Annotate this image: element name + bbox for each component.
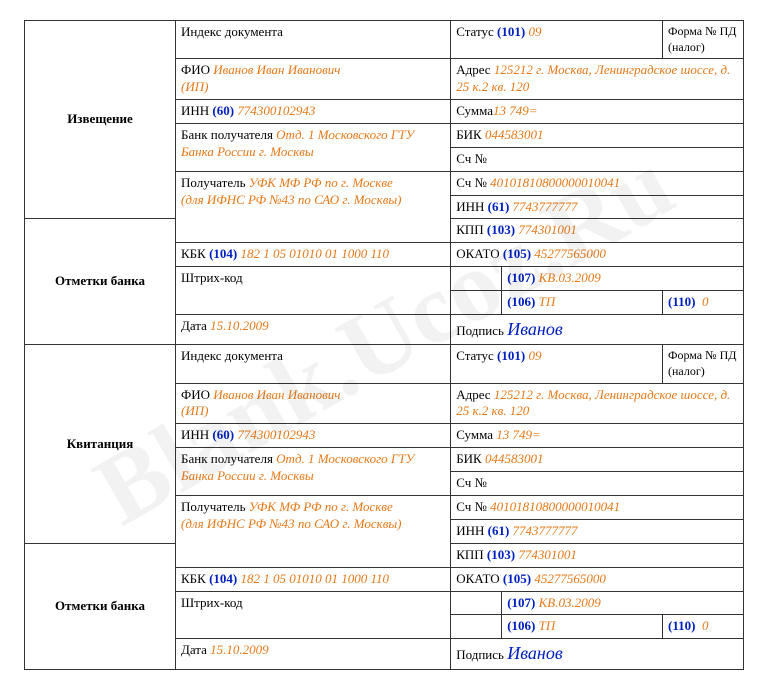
address-val: 125212 г. Москва, Ленинградское шоссе, д…: [456, 62, 730, 94]
address-label: Адрес: [456, 62, 490, 77]
f107-val: КВ.03.2009: [539, 270, 601, 285]
f110-code: (110): [668, 294, 695, 309]
acct1-label: Сч №: [456, 151, 487, 166]
f107-code: (107): [507, 270, 535, 285]
sum-val: 13 749=: [493, 103, 538, 118]
okato-val-2: 45277565000: [534, 571, 606, 586]
status-label-2: Статус: [456, 348, 494, 363]
f106-val-2: ТП: [539, 618, 556, 633]
okato-code-2: (105): [503, 571, 531, 586]
fio-label: ФИО: [181, 62, 210, 77]
inn-recv-label: ИНН: [456, 199, 484, 214]
inn-recv-val-2: 7743777777: [513, 523, 578, 538]
bank-recv-label: Банк получателя: [181, 127, 273, 142]
side-receipt: Квитанция: [67, 436, 134, 451]
inn-code-2: (60): [212, 427, 234, 442]
f106-val: ТП: [539, 294, 556, 309]
kpp-val-2: 774301001: [518, 547, 577, 562]
side-bankmarks-1: Отметки банка: [55, 273, 145, 288]
signature-val-2: Иванов: [507, 643, 562, 663]
ip-label-2: (ИП): [181, 403, 208, 418]
status-code: (101): [497, 24, 525, 39]
signature-val: Иванов: [507, 319, 562, 339]
date-label-2: Дата: [181, 642, 207, 657]
date-val: 15.10.2009: [210, 318, 269, 333]
f110-code-2: (110): [668, 618, 695, 633]
doc-index-label-2: Индекс документа: [181, 348, 283, 363]
recv-note: (для ИФНС РФ №43 по САО г. Москвы): [181, 192, 402, 207]
kbk-val: 182 1 05 01010 01 1000 110: [240, 246, 389, 261]
kpp-label-2: КПП: [456, 547, 483, 562]
fio-label-2: ФИО: [181, 387, 210, 402]
recv-label: Получатель: [181, 175, 246, 190]
inn-val-2: 774300102943: [237, 427, 315, 442]
f110-val: 0: [702, 294, 709, 309]
inn-recv-code: (61): [488, 199, 510, 214]
signature-label-2: Подпись: [456, 647, 504, 662]
okato-label-2: ОКАТО: [456, 571, 499, 586]
acct-recv-val-2: 40101810800000010041: [490, 499, 620, 514]
address-label-2: Адрес: [456, 387, 490, 402]
okato-label: ОКАТО: [456, 246, 499, 261]
barcode-label-2: Штрих-код: [181, 595, 243, 610]
side-notice: Извещение: [67, 111, 133, 126]
inn-recv-val: 7743777777: [513, 199, 578, 214]
kbk-code-2: (104): [209, 571, 237, 586]
fio-val-2: Иванов Иван Иванович: [213, 387, 340, 402]
kbk-val-2: 182 1 05 01010 01 1000 110: [240, 571, 389, 586]
signature-label: Подпись: [456, 323, 504, 338]
doc-index-label: Индекс документа: [181, 24, 283, 39]
acct1-label-2: Сч №: [456, 475, 487, 490]
okato-val: 45277565000: [534, 246, 606, 261]
bik-val-2: 044583001: [485, 451, 544, 466]
f106-code: (106): [507, 294, 535, 309]
date-val-2: 15.10.2009: [210, 642, 269, 657]
recv-val: УФК МФ РФ по г. Москве: [249, 175, 393, 190]
status-code-2: (101): [497, 348, 525, 363]
status-val: 09: [528, 24, 541, 39]
acct2-label-2: Сч №: [456, 499, 487, 514]
f107-val-2: КВ.03.2009: [539, 595, 601, 610]
bik-label: БИК: [456, 127, 482, 142]
status-val-2: 09: [528, 348, 541, 363]
form-table: Извещение Индекс документа Статус (101) …: [24, 20, 744, 670]
inn-code: (60): [212, 103, 234, 118]
barcode-label: Штрих-код: [181, 270, 243, 285]
acct-recv-val: 40101810800000010041: [490, 175, 620, 190]
kpp-code-2: (103): [487, 547, 515, 562]
f107-code-2: (107): [507, 595, 535, 610]
date-label: Дата: [181, 318, 207, 333]
f110-val-2: 0: [702, 618, 709, 633]
kpp-label: КПП: [456, 222, 483, 237]
kbk-code: (104): [209, 246, 237, 261]
sum-label-2: Сумма: [456, 427, 493, 442]
form-no-label: Форма № ПД (налог): [668, 24, 736, 54]
okato-code: (105): [503, 246, 531, 261]
recv-val-2: УФК МФ РФ по г. Москве: [249, 499, 393, 514]
ip-label: (ИП): [181, 79, 208, 94]
address-val-2: 125212 г. Москва, Ленинградское шоссе, д…: [456, 387, 730, 419]
kpp-val: 774301001: [518, 222, 577, 237]
kbk-label: КБК: [181, 246, 206, 261]
bank-recv-label-2: Банк получателя: [181, 451, 273, 466]
side-bankmarks-2: Отметки банка: [55, 598, 145, 613]
inn-label: ИНН: [181, 103, 209, 118]
sum-label: Сумма: [456, 103, 493, 118]
inn-recv-code-2: (61): [488, 523, 510, 538]
inn-label-2: ИНН: [181, 427, 209, 442]
acct2-label: Сч №: [456, 175, 487, 190]
bik-val: 044583001: [485, 127, 544, 142]
fio-val: Иванов Иван Иванович: [213, 62, 340, 77]
recv-label-2: Получатель: [181, 499, 246, 514]
form-no-label-2: Форма № ПД (налог): [668, 348, 736, 378]
kpp-code: (103): [487, 222, 515, 237]
f106-code-2: (106): [507, 618, 535, 633]
sum-val-2: 13 749=: [496, 427, 541, 442]
kbk-label-2: КБК: [181, 571, 206, 586]
inn-recv-label-2: ИНН: [456, 523, 484, 538]
recv-note-2: (для ИФНС РФ №43 по САО г. Москвы): [181, 516, 402, 531]
inn-val: 774300102943: [237, 103, 315, 118]
status-label: Статус: [456, 24, 494, 39]
bik-label-2: БИК: [456, 451, 482, 466]
